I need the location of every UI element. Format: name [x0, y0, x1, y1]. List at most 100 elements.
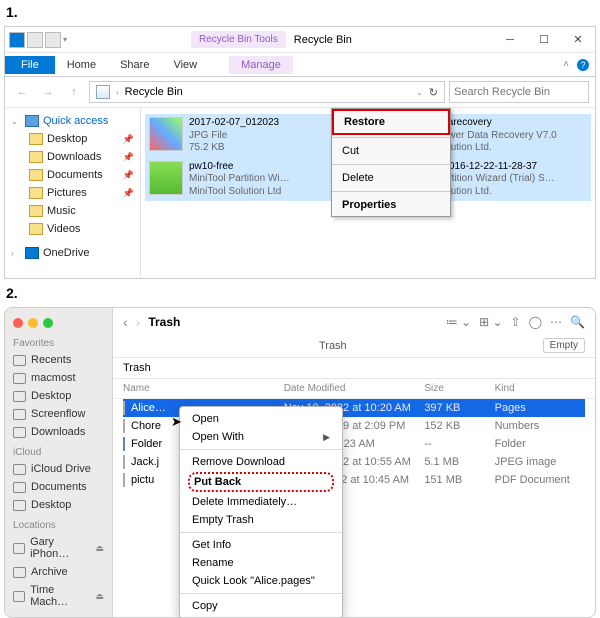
minimize-button[interactable]: ─ — [493, 27, 527, 53]
share-icon[interactable]: ⇧ — [511, 315, 521, 329]
share-tab[interactable]: Share — [108, 56, 161, 74]
file-size: 152 KB — [424, 420, 494, 432]
file-tab[interactable]: File — [5, 56, 55, 74]
file-kind: Numbers — [495, 420, 585, 432]
back-button[interactable]: ← — [11, 81, 33, 103]
menu-item-cut[interactable]: Cut — [332, 140, 450, 162]
window-title: Recycle Bin — [286, 31, 360, 49]
menu-item-open[interactable]: Open — [180, 410, 342, 428]
help-icon[interactable]: ? — [577, 59, 589, 71]
column-headers: Name Date Modified Size Kind — [113, 379, 595, 399]
action-icon[interactable]: ⋯ — [550, 315, 562, 329]
header-size[interactable]: Size — [424, 383, 494, 394]
sidebar-item-desktop[interactable]: Desktop — [5, 496, 112, 514]
chevron-right-icon: › — [116, 88, 119, 97]
forward-button[interactable]: › — [136, 314, 141, 330]
file-size: 5.1 MB — [424, 456, 494, 468]
cursor-icon: ➤ — [171, 414, 182, 430]
menu-item-rename[interactable]: Rename — [180, 554, 342, 572]
file-icon — [123, 437, 125, 451]
menu-item-put-back[interactable]: Put Back — [188, 472, 334, 492]
sidebar-item-documents[interactable]: Documents — [5, 478, 112, 496]
header-name[interactable]: Name — [123, 383, 284, 394]
minimize-button[interactable] — [28, 318, 38, 328]
step-1-label: 1. — [0, 0, 600, 24]
qat-button[interactable] — [27, 32, 43, 48]
up-button[interactable]: ↑ — [63, 81, 85, 103]
sidebar-item-quick-access[interactable]: ⌄Quick access — [7, 112, 138, 130]
group-icon[interactable]: ⊞ ⌄ — [479, 315, 502, 329]
header-kind[interactable]: Kind — [495, 383, 585, 394]
search-input[interactable] — [449, 81, 589, 103]
menu-item-quick-look[interactable]: Quick Look "Alice.pages" — [180, 572, 342, 590]
sidebar-item-pictures[interactable]: Pictures📌 — [7, 184, 138, 202]
header-date[interactable]: Date Modified — [284, 383, 425, 394]
chevron-down-icon[interactable]: ⌄ — [416, 88, 423, 97]
back-button[interactable]: ‹ — [123, 314, 128, 330]
sidebar-heading-favorites: Favorites — [5, 332, 112, 351]
close-button[interactable] — [13, 318, 23, 328]
chevron-up-icon[interactable]: ˄ — [563, 59, 569, 70]
sidebar-item-videos[interactable]: Videos — [7, 220, 138, 238]
step-2-label: 2. — [0, 281, 600, 305]
file-icon — [123, 419, 125, 433]
address-bar-row: ← → ↑ › Recycle Bin ⌄ ↻ — [5, 77, 595, 108]
tags-icon[interactable]: ◯ — [529, 315, 542, 329]
zoom-button[interactable] — [43, 318, 53, 328]
eject-icon: ⏏ — [95, 543, 104, 554]
menu-item-copy[interactable]: Copy — [180, 597, 342, 615]
forward-button[interactable]: → — [37, 81, 59, 103]
file-icon — [123, 473, 125, 487]
sidebar-item-documents[interactable]: Documents📌 — [7, 166, 138, 184]
breadcrumb[interactable]: › Recycle Bin ⌄ ↻ — [89, 81, 445, 103]
file-name: Jack.j — [131, 456, 159, 468]
empty-button[interactable]: Empty — [543, 338, 585, 353]
ribbon-tabs: File Home Share View Manage ˄ ? — [5, 53, 595, 77]
sidebar-item-desktop[interactable]: Desktop — [5, 387, 112, 405]
sidebar-item-screenflow[interactable]: Screenflow — [5, 405, 112, 423]
view-tab[interactable]: View — [161, 56, 209, 74]
qat-button[interactable] — [45, 32, 61, 48]
refresh-icon[interactable]: ↻ — [429, 86, 438, 99]
manage-tab[interactable]: Manage — [229, 56, 293, 74]
file-kind: Folder — [495, 438, 585, 450]
file-thumbnail — [149, 117, 183, 151]
home-tab[interactable]: Home — [55, 56, 108, 74]
sidebar-item-recents[interactable]: Recents — [5, 351, 112, 369]
file-size: 151 MB — [424, 474, 494, 486]
chevron-right-icon: ▶ — [323, 432, 330, 443]
windows-explorer-window: ▾ Recycle Bin Tools Recycle Bin ─ ☐ ✕ Fi… — [4, 26, 596, 279]
sidebar-item-downloads[interactable]: Downloads — [5, 423, 112, 441]
sidebar-item-garyiphone[interactable]: Gary iPhon…⏏ — [5, 533, 112, 563]
breadcrumb: Trash — [113, 358, 595, 379]
menu-item-restore[interactable]: Restore — [332, 109, 450, 135]
finder-window: Favorites Recents macmost Desktop Screen… — [4, 307, 596, 618]
sidebar-item-onedrive[interactable]: ›OneDrive — [7, 244, 138, 262]
menu-item-delete[interactable]: Delete — [332, 167, 450, 189]
sidebar-item-music[interactable]: Music — [7, 202, 138, 220]
file-icon — [123, 455, 125, 469]
sidebar-item-macmost[interactable]: macmost — [5, 369, 112, 387]
navigation-pane: ⌄Quick access Desktop📌 Downloads📌 Docume… — [5, 108, 141, 278]
sidebar-item-downloads[interactable]: Downloads📌 — [7, 148, 138, 166]
menu-item-empty-trash[interactable]: Empty Trash — [180, 511, 342, 529]
menu-item-get-info[interactable]: Get Info — [180, 536, 342, 554]
search-icon[interactable]: 🔍 — [570, 315, 585, 329]
quick-access-toolbar: ▾ — [5, 32, 71, 48]
chevron-down-icon[interactable]: ▾ — [63, 35, 67, 44]
view-list-icon[interactable]: ≔ ⌄ — [446, 315, 471, 329]
sidebar-item-timemachine[interactable]: Time Mach…⏏ — [5, 581, 112, 611]
close-button[interactable]: ✕ — [561, 27, 595, 53]
file-size: -- — [424, 438, 494, 450]
toolbar: ‹ › Trash ≔ ⌄ ⊞ ⌄ ⇧ ◯ ⋯ 🔍 — [113, 308, 595, 336]
sidebar-item-iclouddrive[interactable]: iCloud Drive — [5, 460, 112, 478]
menu-item-delete-immediately[interactable]: Delete Immediately… — [180, 493, 342, 511]
menu-item-remove-download[interactable]: Remove Download — [180, 453, 342, 471]
menu-item-properties[interactable]: Properties — [332, 194, 450, 216]
sidebar-item-desktop[interactable]: Desktop📌 — [7, 130, 138, 148]
sidebar-item-archive[interactable]: Archive — [5, 563, 112, 581]
menu-item-open-with[interactable]: Open With▶ — [180, 428, 342, 446]
breadcrumb-text: Recycle Bin — [125, 86, 183, 98]
path-bar: Trash Empty — [113, 336, 595, 358]
maximize-button[interactable]: ☐ — [527, 27, 561, 53]
